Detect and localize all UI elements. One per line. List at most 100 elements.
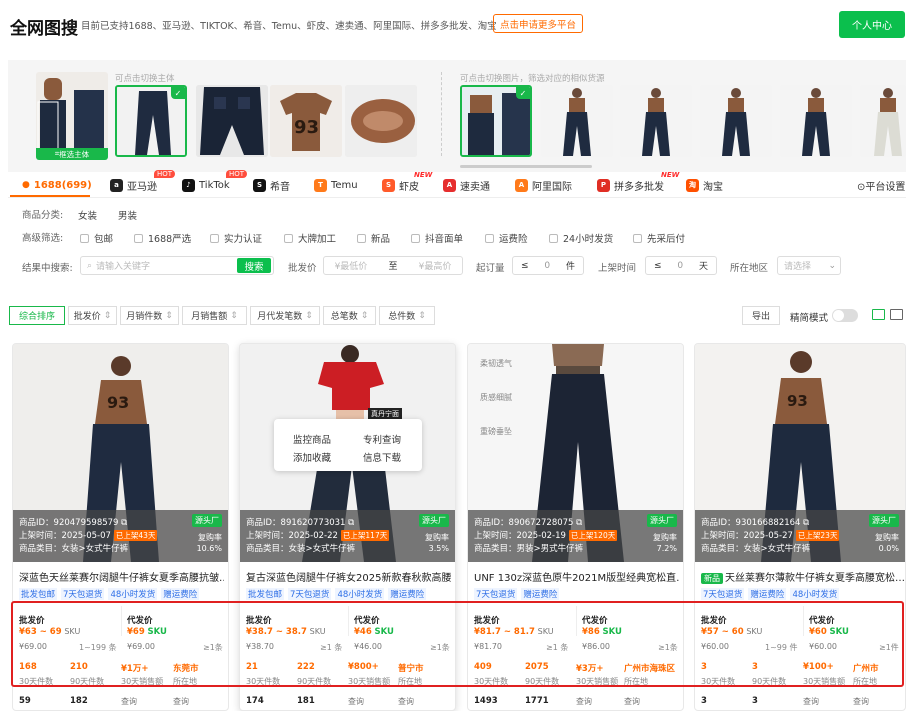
tab-alibaba[interactable]: A 阿里国际 — [515, 177, 572, 193]
download-info-item[interactable]: 信息下载 — [363, 450, 401, 464]
frame-subject-button[interactable]: ⌗ 框选主体 — [36, 148, 108, 160]
original-image-photo — [37, 78, 104, 152]
precise-mode-toggle[interactable] — [832, 309, 858, 322]
days-listed-tag: 已上架117天 — [340, 530, 390, 541]
tab-1688[interactable]: ● 1688(699) — [22, 177, 92, 193]
checkbox[interactable] — [284, 233, 293, 243]
sort-monthly-units[interactable]: 月销件数 ⇕ — [120, 306, 179, 325]
strip-scrollbar[interactable] — [460, 165, 592, 168]
filter-1688-select[interactable]: 1688严选 — [134, 231, 191, 245]
tab-aliexpress[interactable]: A 速卖通 — [443, 177, 490, 193]
tshirt-photo: 93 — [270, 85, 342, 157]
source-factory-badge: 源头厂 — [419, 514, 449, 527]
similar-thumb-6[interactable] — [860, 85, 906, 157]
sort-total-orders[interactable]: 总笔数 ⇕ — [323, 306, 376, 325]
shein-icon: S — [253, 178, 266, 192]
sort-icon: ⇕ — [165, 310, 173, 321]
price-max-input[interactable]: ¥最高价 — [419, 259, 452, 272]
price-range-input[interactable]: ¥最低价 至 ¥最高价 — [323, 256, 463, 275]
filter-verified[interactable]: 实力认证 — [210, 231, 262, 245]
copy-icon[interactable]: ⧉ — [348, 518, 354, 528]
category-men[interactable]: 男装 — [118, 208, 137, 222]
product-image[interactable]: 柔韧透气 质感细腻 重磅垂坠 商品ID：890672728075 ⧉ 上架时间：… — [468, 344, 683, 562]
filter-24h-delivery[interactable]: 24小时发货 — [549, 231, 613, 245]
checkbox[interactable] — [633, 233, 642, 243]
patent-query-item[interactable]: 专利查询 — [363, 432, 401, 446]
service-tags: 7天包退货 赠运费险 48小时发货 — [701, 588, 840, 600]
shelf-time-label: 上架时间 — [598, 263, 637, 274]
product-image[interactable]: 93 商品ID：920479598579 ⧉ 上架时间：2025-05-07 已上… — [13, 344, 228, 562]
platform-settings[interactable]: ⊙平台设置 — [857, 177, 905, 193]
similar-thumb-4[interactable] — [700, 85, 772, 157]
tab-shein[interactable]: S 希音 — [253, 177, 290, 193]
list-view-icon[interactable] — [890, 309, 903, 320]
region-select[interactable]: 请选择 ⌄ — [777, 256, 841, 275]
filter-brand-oem[interactable]: 大牌加工 — [284, 231, 336, 245]
product-title[interactable]: UNF 130z深蓝色原牛2021M版型经典宽松直… — [474, 569, 679, 584]
moq-input[interactable]: ≤ 0 件 — [512, 256, 584, 275]
tab-shopee[interactable]: S 虾皮 NEW — [382, 171, 432, 193]
product-title[interactable]: 新品 天丝莱赛尔薄款牛仔裤女夏季高腰宽松… — [701, 569, 905, 584]
subject-thumb-3[interactable]: 93 — [270, 85, 342, 157]
product-title[interactable]: 深蓝色天丝莱赛尔阔腿牛仔裤女夏季高腰抗皱… — [19, 569, 224, 584]
repurchase-rate: 7.2% — [656, 544, 677, 553]
tab-temu[interactable]: T Temu — [314, 177, 358, 193]
sort-wholesale-price[interactable]: 批发价 ⇕ — [68, 306, 117, 325]
personal-center-button[interactable]: 个人中心 — [839, 11, 905, 38]
repurchase-rate: 0.0% — [878, 544, 899, 553]
page-title: 全网图搜 — [10, 19, 78, 39]
copy-icon[interactable]: ⧉ — [576, 518, 582, 528]
similar-thumb-3[interactable] — [620, 85, 692, 157]
filter-pay-later[interactable]: 先采后付 — [633, 231, 685, 245]
tab-pinduoduo[interactable]: P 拼多多批发 NEW — [597, 171, 679, 193]
checkbox[interactable] — [80, 233, 89, 243]
product-image[interactable]: 93 商品ID：930166882164 ⧉ 上架时间：2025-05-27 已上… — [695, 344, 905, 562]
checkbox[interactable] — [411, 233, 420, 243]
checkbox[interactable] — [357, 233, 366, 243]
product-title[interactable]: 复古深蓝色阔腿牛仔裤女2025新款春秋款高腰… — [246, 569, 451, 584]
subject-thumb-2[interactable] — [196, 85, 268, 157]
filter-douyin[interactable]: 抖音面单 — [411, 231, 463, 245]
similar-thumb-1[interactable]: ✓ — [460, 85, 532, 157]
price-min-input[interactable]: ¥最低价 — [335, 259, 368, 272]
export-button[interactable]: 导出 — [742, 306, 780, 325]
repurchase-rate: 10.6% — [196, 544, 222, 553]
category-women[interactable]: 女装 — [78, 208, 97, 222]
alibaba-icon: A — [515, 178, 528, 192]
add-favorite-item[interactable]: 添加收藏 — [293, 450, 331, 464]
search-button[interactable]: 搜索 — [237, 258, 271, 273]
checkbox[interactable] — [485, 233, 494, 243]
amazon-icon: a — [110, 178, 123, 192]
original-image[interactable]: ⌗ 框选主体 — [36, 72, 108, 160]
sort-comprehensive[interactable]: 综合排序 — [9, 306, 65, 325]
subject-thumb-1[interactable]: ✓ — [115, 85, 187, 157]
tab-taobao[interactable]: 淘 淘宝 — [686, 177, 723, 193]
subject-thumb-4[interactable] — [345, 85, 417, 157]
filter-free-shipping[interactable]: 包邮 — [80, 231, 113, 245]
sort-icon: ⇕ — [230, 310, 238, 321]
checkbox[interactable] — [210, 233, 219, 243]
tab-tiktok[interactable]: ♪ TikTok HOT — [182, 170, 248, 193]
apply-more-platforms-button[interactable]: 点击申请更多平台 — [493, 14, 583, 33]
sort-monthly-dropship[interactable]: 月代发笔数 ⇕ — [250, 306, 320, 325]
similar-photo — [642, 88, 670, 156]
shelf-time-input[interactable]: ≤ 0 天 — [645, 256, 717, 275]
sort-monthly-sales[interactable]: 月销售额 ⇕ — [182, 306, 247, 325]
sort-total-units[interactable]: 总件数 ⇕ — [379, 306, 435, 325]
checkbox[interactable] — [134, 233, 143, 243]
similar-photo — [802, 88, 830, 156]
tab-amazon[interactable]: a 亚马逊 HOT — [110, 170, 176, 193]
days-listed-tag: 已上架43天 — [113, 530, 158, 541]
copy-icon[interactable]: ⧉ — [121, 518, 127, 528]
filter-shipping-insurance[interactable]: 运费险 — [485, 231, 528, 245]
feature-label: 柔韧透气 — [480, 359, 512, 368]
monitor-product-item[interactable]: 监控商品 — [293, 432, 331, 446]
switch-subject-hint: 可点击切换主体 — [115, 74, 175, 84]
similar-thumb-2[interactable] — [541, 85, 613, 157]
new-product-badge: 新品 — [701, 573, 723, 584]
copy-icon[interactable]: ⧉ — [803, 518, 809, 528]
filter-new-product[interactable]: 新品 — [357, 231, 390, 245]
similar-thumb-5[interactable] — [780, 85, 852, 157]
checkbox[interactable] — [549, 233, 558, 243]
image-view-icon[interactable] — [872, 309, 885, 320]
